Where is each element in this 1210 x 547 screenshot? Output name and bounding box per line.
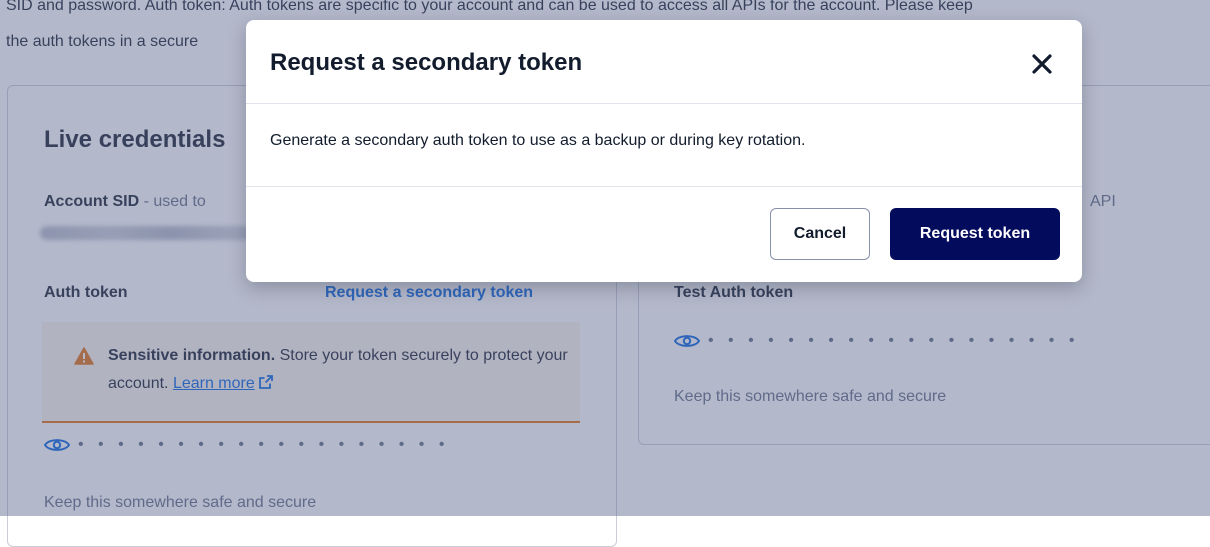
cancel-button[interactable]: Cancel	[770, 208, 870, 260]
request-secondary-token-dialog: Request a secondary token Generate a sec…	[246, 20, 1082, 282]
dialog-body-text: Generate a secondary auth token to use a…	[270, 132, 806, 149]
close-button[interactable]	[1024, 46, 1060, 82]
close-icon	[1032, 54, 1052, 74]
dialog-header-divider	[246, 103, 1082, 104]
request-token-button[interactable]: Request token	[890, 208, 1060, 260]
dialog-title: Request a secondary token	[270, 49, 583, 76]
dialog-footer-divider	[246, 186, 1082, 187]
